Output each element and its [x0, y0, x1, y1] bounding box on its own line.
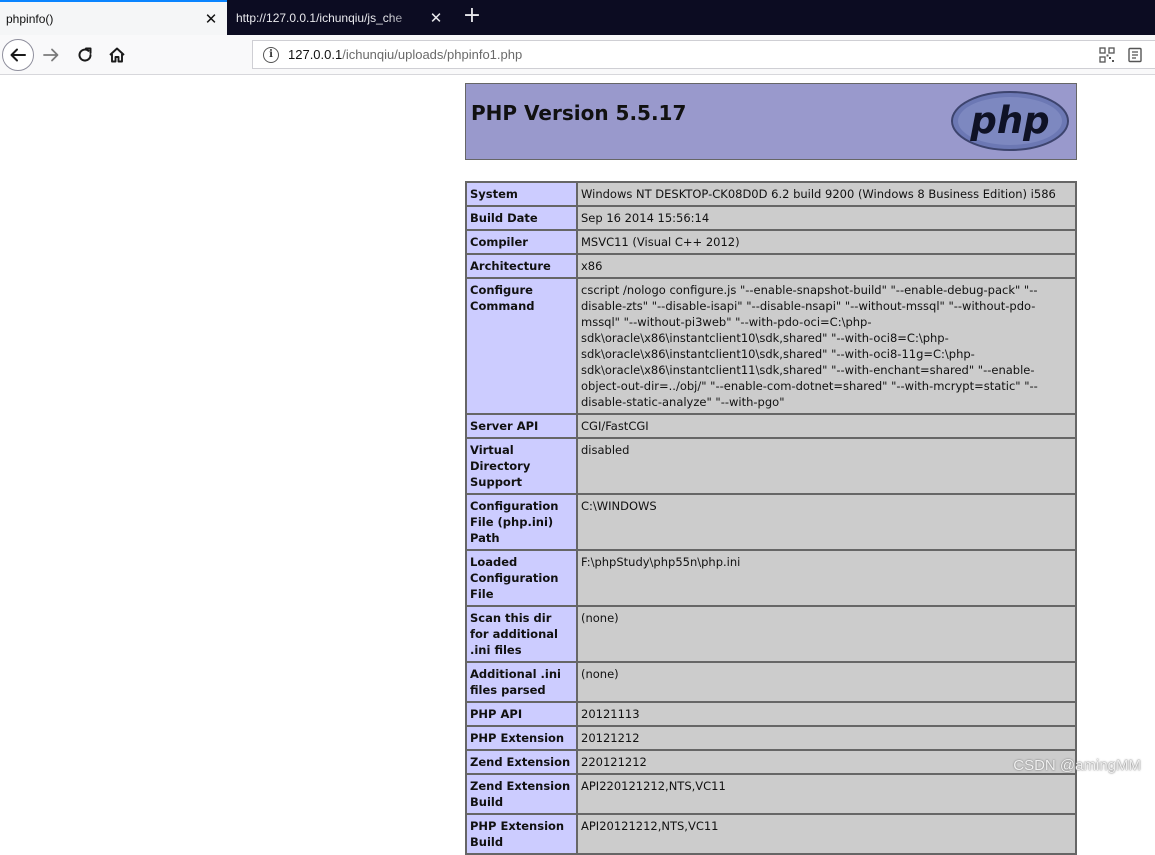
- row-label: PHP Extension Build: [465, 813, 578, 855]
- watermark: CSDN @amingMM: [1013, 757, 1141, 774]
- row-label: Architecture: [465, 253, 578, 279]
- php-info-table: System Windows NT DESKTOP-CK08D0D 6.2 bui…: [465, 181, 1077, 855]
- row-label: Build Date: [465, 205, 578, 231]
- row-label: Server API: [465, 413, 578, 439]
- table-row: Compiler MSVC11 (Visual C++ 2012): [465, 229, 1077, 255]
- tab-strip: phpinfo() ✕ http://127.0.0.1/ichunqiu/js…: [0, 0, 1155, 35]
- row-value: 20121113: [576, 701, 1077, 727]
- row-value: cscript /nologo configure.js "--enable-s…: [576, 277, 1077, 415]
- row-value: CGI/FastCGI: [576, 413, 1077, 439]
- table-row: Zend Extension 220121212: [465, 749, 1077, 775]
- address-bar-actions: [1099, 41, 1155, 68]
- tab-title: phpinfo(): [6, 11, 54, 26]
- back-button[interactable]: [2, 39, 34, 71]
- table-row: PHP Extension 20121212: [465, 725, 1077, 751]
- table-row: Server API CGI/FastCGI: [465, 413, 1077, 439]
- table-row: Configuration File (php.ini) Path C:\WIND…: [465, 493, 1077, 551]
- qr-code-icon[interactable]: [1099, 46, 1115, 63]
- row-value: C:\WINDOWS: [576, 493, 1077, 551]
- row-value: disabled: [576, 437, 1077, 495]
- table-row: Loaded Configuration File F:\phpStudy\php…: [465, 549, 1077, 607]
- url-host: 127.0.0.1: [288, 47, 343, 62]
- row-label: PHP API: [465, 701, 578, 727]
- close-tab-icon[interactable]: ✕: [425, 9, 447, 27]
- row-value: API220121212,NTS,VC11: [576, 773, 1077, 815]
- close-tab-icon[interactable]: ✕: [200, 10, 222, 28]
- row-value: API20121212,NTS,VC11: [576, 813, 1077, 855]
- url-path: /ichunqiu/uploads/phpinfo1.php: [342, 47, 523, 62]
- row-label: Virtual Directory Support: [465, 437, 578, 495]
- row-label: Configuration File (php.ini) Path: [465, 493, 578, 551]
- row-label: Configure Command: [465, 277, 578, 415]
- row-value: 220121212: [576, 749, 1077, 775]
- row-label: Zend Extension Build: [465, 773, 578, 815]
- address-bar[interactable]: i 127.0.0.1/ichunqiu/uploads/phpinfo1.ph…: [252, 40, 1155, 69]
- row-value: F:\phpStudy\php55n\php.ini: [576, 549, 1077, 607]
- home-button[interactable]: [102, 40, 132, 70]
- table-row: System Windows NT DESKTOP-CK08D0D 6.2 bui…: [465, 181, 1077, 207]
- row-value: Sep 16 2014 15:56:14: [576, 205, 1077, 231]
- reload-icon: [78, 47, 92, 62]
- table-row: PHP Extension Build API20121212,NTS,VC11: [465, 813, 1077, 855]
- info-icon[interactable]: i: [263, 46, 279, 63]
- row-label: PHP Extension: [465, 725, 578, 751]
- row-value: (none): [576, 661, 1077, 703]
- row-value: x86: [576, 253, 1077, 279]
- php-version-header: PHP Version 5.5.17 php: [465, 83, 1077, 160]
- table-row: Zend Extension Build API220121212,NTS,VC1…: [465, 773, 1077, 815]
- page-title: PHP Version 5.5.17: [471, 101, 687, 125]
- row-label: System: [465, 181, 578, 207]
- new-tab-button[interactable]: +: [459, 4, 485, 30]
- url-text: 127.0.0.1/ichunqiu/uploads/phpinfo1.php: [288, 47, 522, 62]
- php-logo-text: php: [969, 99, 1049, 142]
- home-icon: [109, 47, 125, 63]
- row-value: (none): [576, 605, 1077, 663]
- php-logo: php: [951, 91, 1069, 151]
- tab-phpinfo[interactable]: phpinfo() ✕: [0, 0, 227, 35]
- table-row: Configure Command cscript /nologo configu…: [465, 277, 1077, 415]
- table-row: Scan this dir for additional .ini files(…: [465, 605, 1077, 663]
- forward-arrow-icon: [43, 48, 59, 62]
- row-value: Windows NT DESKTOP-CK08D0D 6.2 build 920…: [576, 181, 1077, 207]
- table-row: Build Date Sep 16 2014 15:56:14: [465, 205, 1077, 231]
- table-row: PHP API 20121113: [465, 701, 1077, 727]
- table-row: Additional .ini files parsed (none): [465, 661, 1077, 703]
- forward-button[interactable]: [36, 40, 66, 70]
- row-label: Compiler: [465, 229, 578, 255]
- row-label: Scan this dir for additional .ini files: [465, 605, 578, 663]
- navigation-toolbar: i 127.0.0.1/ichunqiu/uploads/phpinfo1.ph…: [0, 35, 1155, 75]
- table-row: Virtual Directory Support disabled: [465, 437, 1077, 495]
- back-arrow-icon: [10, 48, 26, 62]
- row-label: Loaded Configuration File: [465, 549, 578, 607]
- table-row: Architecture x86: [465, 253, 1077, 279]
- row-label: Zend Extension: [465, 749, 578, 775]
- tab-js-check[interactable]: http://127.0.0.1/ichunqiu/js_che ✕: [227, 0, 452, 35]
- row-value: MSVC11 (Visual C++ 2012): [576, 229, 1077, 255]
- reader-view-icon[interactable]: [1127, 47, 1143, 63]
- row-value: 20121212: [576, 725, 1077, 751]
- reload-button[interactable]: [70, 40, 100, 70]
- tab-title: http://127.0.0.1/ichunqiu/js_che: [236, 10, 403, 25]
- row-label: Additional .ini files parsed: [465, 661, 578, 703]
